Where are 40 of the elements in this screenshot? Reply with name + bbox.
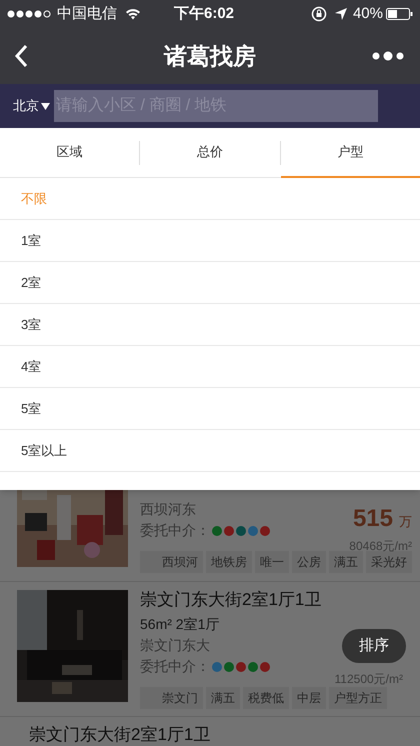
agents-label: 委托中介：: [140, 657, 210, 676]
page-title: 诸葛找房: [162, 42, 257, 71]
caret-icon: [41, 102, 50, 110]
room-option[interactable]: 3室: [0, 304, 420, 346]
filter-tab[interactable]: 总价: [140, 128, 280, 178]
room-option[interactable]: 4室: [0, 346, 420, 388]
battery-icon: [386, 8, 413, 20]
feature-tag: 西坝河: [140, 551, 203, 573]
signal-icon: [7, 10, 51, 18]
feature-tag: 唯一: [255, 551, 289, 573]
listing-address: 崇文门东大: [140, 636, 210, 655]
price-unit: 万: [399, 513, 412, 531]
room-option[interactable]: 5室: [0, 388, 420, 430]
agents-label: 委托中介：: [140, 521, 210, 540]
filter-tab[interactable]: 区域: [0, 128, 140, 178]
listing-title: 崇文门东大街2室1厅1卫: [140, 590, 322, 609]
wifi-icon: [125, 8, 141, 20]
clock-time: 下午6:02: [174, 4, 234, 24]
feature-tag: 中层: [292, 687, 326, 709]
feature-tag: 采光好: [366, 551, 412, 573]
feature-tag: 满五: [206, 687, 240, 709]
room-option[interactable]: 2室: [0, 262, 420, 304]
listing-address: 西坝河东: [140, 500, 196, 519]
room-option[interactable]: 1室: [0, 220, 420, 262]
carrier-name: 中国电信: [57, 4, 117, 24]
feature-tag: 户型方正: [329, 687, 387, 709]
room-option[interactable]: 5室以上: [0, 430, 420, 472]
feature-tag: 地铁房: [206, 551, 252, 573]
feature-tag: 税费低: [243, 687, 289, 709]
feature-tag: 满五: [329, 551, 363, 573]
listing-area: 56m² 2室1厅: [140, 614, 220, 635]
city-selector[interactable]: 北京: [13, 96, 50, 116]
sort-button[interactable]: 排序: [342, 629, 406, 663]
listing-price: 515: [352, 504, 393, 534]
feature-tag: 公房: [292, 551, 326, 573]
feature-tag: 崇文门: [140, 687, 203, 709]
rotation-lock-icon: [310, 6, 327, 22]
battery-percent: 40%: [352, 4, 383, 24]
listing-title: 崇文门东大街2室1厅1卫: [29, 725, 210, 744]
location-arrow-icon: [334, 8, 347, 20]
